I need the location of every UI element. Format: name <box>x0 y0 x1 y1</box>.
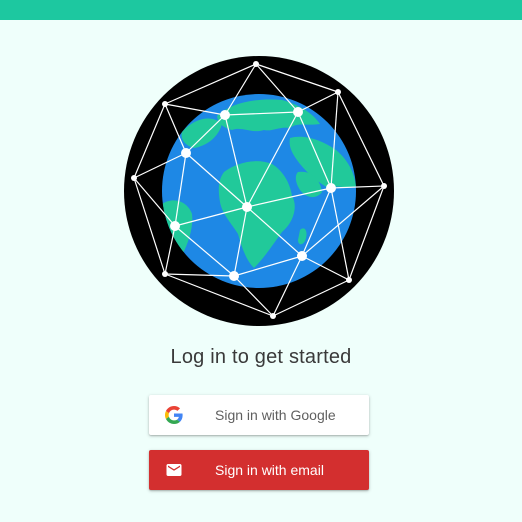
sign-in-google-button[interactable]: Sign in with Google <box>149 395 369 435</box>
network-node <box>297 251 307 261</box>
google-logo-icon <box>165 406 183 424</box>
network-node <box>162 271 168 277</box>
network-node <box>253 61 259 67</box>
sign-in-google-label: Sign in with Google <box>215 407 336 423</box>
network-node <box>242 202 252 212</box>
network-node <box>131 175 137 181</box>
sign-in-email-label: Sign in with email <box>215 462 324 478</box>
page-title: Log in to get started <box>170 346 352 368</box>
login-screen: Log in to get started Sign in with Googl… <box>0 0 522 522</box>
globe-network-icon <box>124 56 394 326</box>
globe-network-illustration <box>122 54 396 328</box>
network-node <box>162 101 168 107</box>
network-node <box>326 183 336 193</box>
network-node <box>181 148 191 158</box>
network-node <box>170 221 180 231</box>
network-node <box>293 107 303 117</box>
sign-in-email-button[interactable]: Sign in with email <box>149 450 369 490</box>
network-node <box>229 271 239 281</box>
network-node <box>381 183 387 189</box>
network-node <box>335 89 341 95</box>
network-node <box>346 277 352 283</box>
top-bar <box>0 0 522 20</box>
network-node <box>220 110 230 120</box>
network-node <box>270 313 276 319</box>
mail-icon <box>165 461 183 479</box>
